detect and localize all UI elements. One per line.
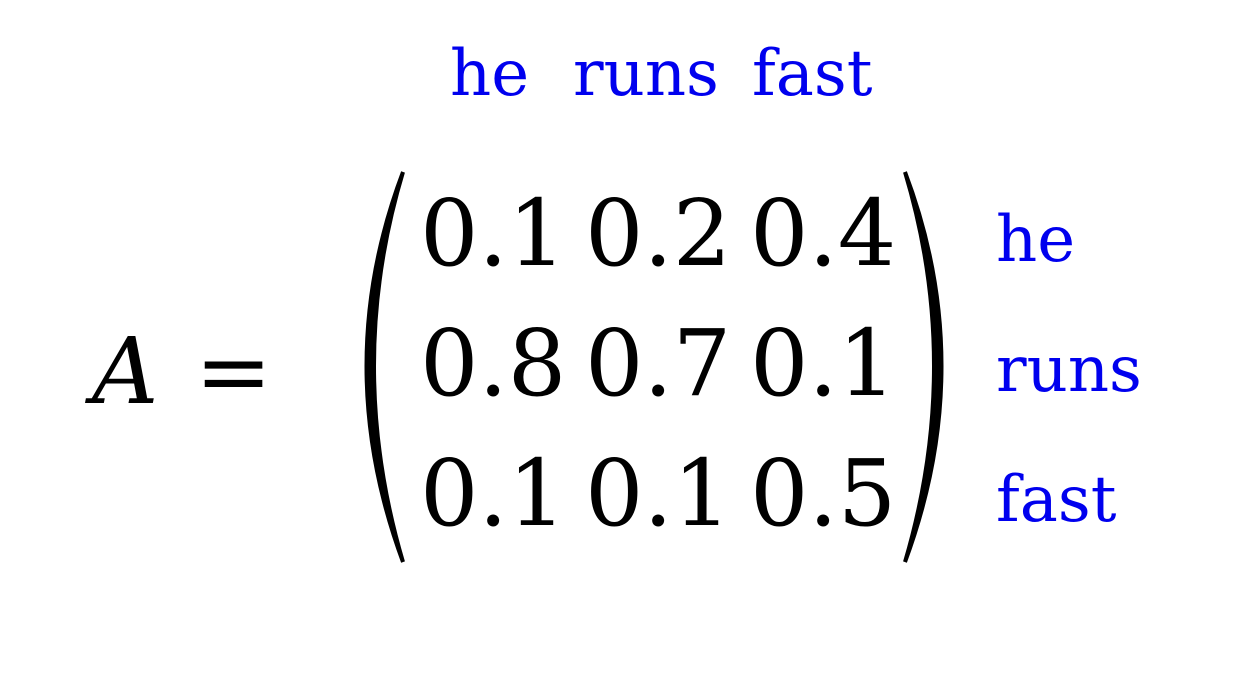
row-label: runs [996, 333, 1142, 407]
matrix-cell: 0.5 [750, 440, 897, 547]
right-parenthesis [903, 171, 944, 563]
matrix-cell: 0.7 [585, 310, 732, 417]
row-label: he [996, 203, 1076, 277]
matrix-cell: 0.1 [420, 440, 567, 547]
matrix-cell: 0.4 [750, 180, 897, 287]
matrix-cell: 0.2 [585, 180, 732, 287]
matrix-cell: 0.1 [420, 180, 567, 287]
matrix-cell: 0.8 [420, 310, 567, 417]
row-label: fast [996, 463, 1117, 537]
matrix-cell: 0.1 [585, 440, 732, 547]
left-parenthesis [364, 171, 405, 563]
matrix-cell: 0.1 [750, 310, 897, 417]
